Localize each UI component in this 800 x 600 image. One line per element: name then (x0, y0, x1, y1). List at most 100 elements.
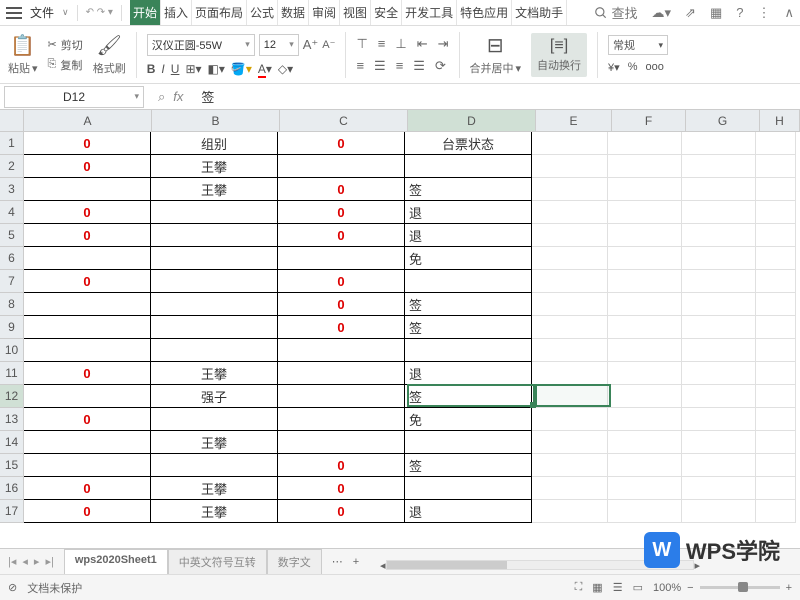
cell[interactable] (608, 224, 682, 247)
cell[interactable] (404, 476, 532, 500)
cell[interactable]: 0 (23, 476, 151, 500)
cell[interactable]: 王攀 (150, 430, 278, 454)
cell[interactable] (756, 270, 796, 293)
row-header[interactable]: 6 (0, 247, 24, 270)
cell[interactable] (532, 270, 608, 293)
row-header[interactable]: 16 (0, 477, 24, 500)
cell[interactable] (608, 270, 682, 293)
align-middle-icon[interactable]: ≡ (378, 36, 386, 52)
cell[interactable] (277, 338, 405, 362)
share-icon[interactable]: ⇗ (685, 5, 696, 21)
cell[interactable]: 0 (277, 315, 405, 339)
cell[interactable] (682, 178, 756, 201)
cell[interactable] (682, 477, 756, 500)
underline-button[interactable]: U (171, 62, 180, 76)
zoom-level[interactable]: 100% (653, 582, 681, 594)
format-painter-button[interactable]: 🖌 格式刷 (93, 33, 126, 76)
cell[interactable]: 王攀 (150, 476, 278, 500)
cell[interactable]: 签 (404, 177, 532, 201)
cell[interactable] (23, 338, 151, 362)
cell[interactable] (756, 316, 796, 339)
cell[interactable] (150, 315, 278, 339)
cell[interactable]: 台票状态 (404, 131, 532, 155)
ribbon-tab-5[interactable]: 审阅 (309, 0, 340, 25)
view-page-icon[interactable]: ☰ (613, 581, 623, 594)
cell[interactable] (532, 477, 608, 500)
sheet-tab[interactable]: 数字文 (267, 549, 322, 575)
collapse-ribbon-icon[interactable]: ∧ (784, 5, 794, 21)
row-header[interactable]: 17 (0, 500, 24, 523)
font-size-select[interactable]: 12▾ (259, 34, 299, 56)
cell[interactable] (756, 431, 796, 454)
cell[interactable] (608, 362, 682, 385)
cell[interactable] (150, 292, 278, 316)
sheet-prev-icon[interactable]: ◂ (22, 555, 28, 568)
cell[interactable]: 签 (404, 453, 532, 477)
align-top-icon[interactable]: ⊤ (356, 36, 367, 52)
settings-icon[interactable]: ▦ (710, 5, 722, 21)
clear-format-button[interactable]: ◇▾ (278, 62, 293, 76)
number-format-select[interactable]: 常规▾ (608, 35, 668, 55)
cell[interactable]: 0 (277, 177, 405, 201)
cell[interactable] (277, 246, 405, 270)
cell[interactable] (23, 292, 151, 316)
ribbon-tab-2[interactable]: 页面布局 (192, 0, 247, 25)
view-fullscreen-icon[interactable]: ⛶ (575, 581, 583, 594)
ribbon-tab-10[interactable]: 文档助手 (512, 0, 567, 25)
paste-button[interactable]: 📋 粘贴 ▾ (8, 33, 38, 76)
font-color-button[interactable]: A▾ (258, 62, 272, 76)
cell[interactable] (532, 454, 608, 477)
row-header[interactable]: 12 (0, 385, 24, 408)
cell[interactable] (682, 270, 756, 293)
cell[interactable] (608, 247, 682, 270)
row-header[interactable]: 4 (0, 201, 24, 224)
cell[interactable] (23, 315, 151, 339)
cell[interactable]: 0 (23, 361, 151, 385)
hamburger-icon[interactable] (6, 7, 22, 19)
cell[interactable] (23, 246, 151, 270)
cell[interactable]: 签 (404, 292, 532, 316)
cell[interactable]: 0 (23, 499, 151, 523)
cell[interactable] (682, 201, 756, 224)
cell[interactable] (532, 408, 608, 431)
row-header[interactable]: 8 (0, 293, 24, 316)
cancel-formula-icon[interactable]: ⌕ (158, 89, 165, 105)
cell[interactable] (682, 339, 756, 362)
cell[interactable] (682, 155, 756, 178)
zoom-slider[interactable] (700, 586, 780, 589)
merge-cells-button[interactable]: ⊟ 合并居中 ▾ (470, 33, 522, 76)
cell[interactable] (756, 224, 796, 247)
indent-increase-icon[interactable]: ⇥ (438, 36, 449, 52)
select-all-corner[interactable] (0, 110, 24, 132)
cell[interactable] (682, 247, 756, 270)
cell[interactable]: 0 (23, 223, 151, 247)
cell[interactable] (682, 224, 756, 247)
column-header[interactable]: A (24, 110, 152, 132)
cell[interactable] (756, 500, 796, 523)
cell[interactable] (756, 178, 796, 201)
ribbon-tab-1[interactable]: 插入 (161, 0, 192, 25)
row-header[interactable]: 2 (0, 155, 24, 178)
cell[interactable] (682, 408, 756, 431)
cell[interactable] (756, 408, 796, 431)
cell[interactable] (532, 431, 608, 454)
zoom-in-icon[interactable]: + (786, 582, 792, 594)
cell[interactable] (682, 454, 756, 477)
cell[interactable] (404, 338, 532, 362)
file-menu[interactable]: 文件 (26, 4, 58, 21)
row-header[interactable]: 5 (0, 224, 24, 247)
cell[interactable] (150, 269, 278, 293)
border-button[interactable]: ⊞▾ (185, 62, 201, 76)
cell[interactable]: 0 (23, 269, 151, 293)
cell[interactable]: 0 (23, 407, 151, 431)
cell[interactable] (404, 430, 532, 454)
decrease-font-icon[interactable]: A⁻ (322, 38, 335, 51)
italic-button[interactable]: I (161, 62, 164, 76)
sheet-more-icon[interactable]: ⋯ (332, 555, 343, 568)
cell[interactable] (532, 362, 608, 385)
ribbon-tab-8[interactable]: 开发工具 (402, 0, 457, 25)
cell[interactable]: 0 (23, 200, 151, 224)
cell[interactable] (756, 362, 796, 385)
comma-icon[interactable]: ooo (645, 61, 663, 74)
cell[interactable]: 0 (277, 499, 405, 523)
